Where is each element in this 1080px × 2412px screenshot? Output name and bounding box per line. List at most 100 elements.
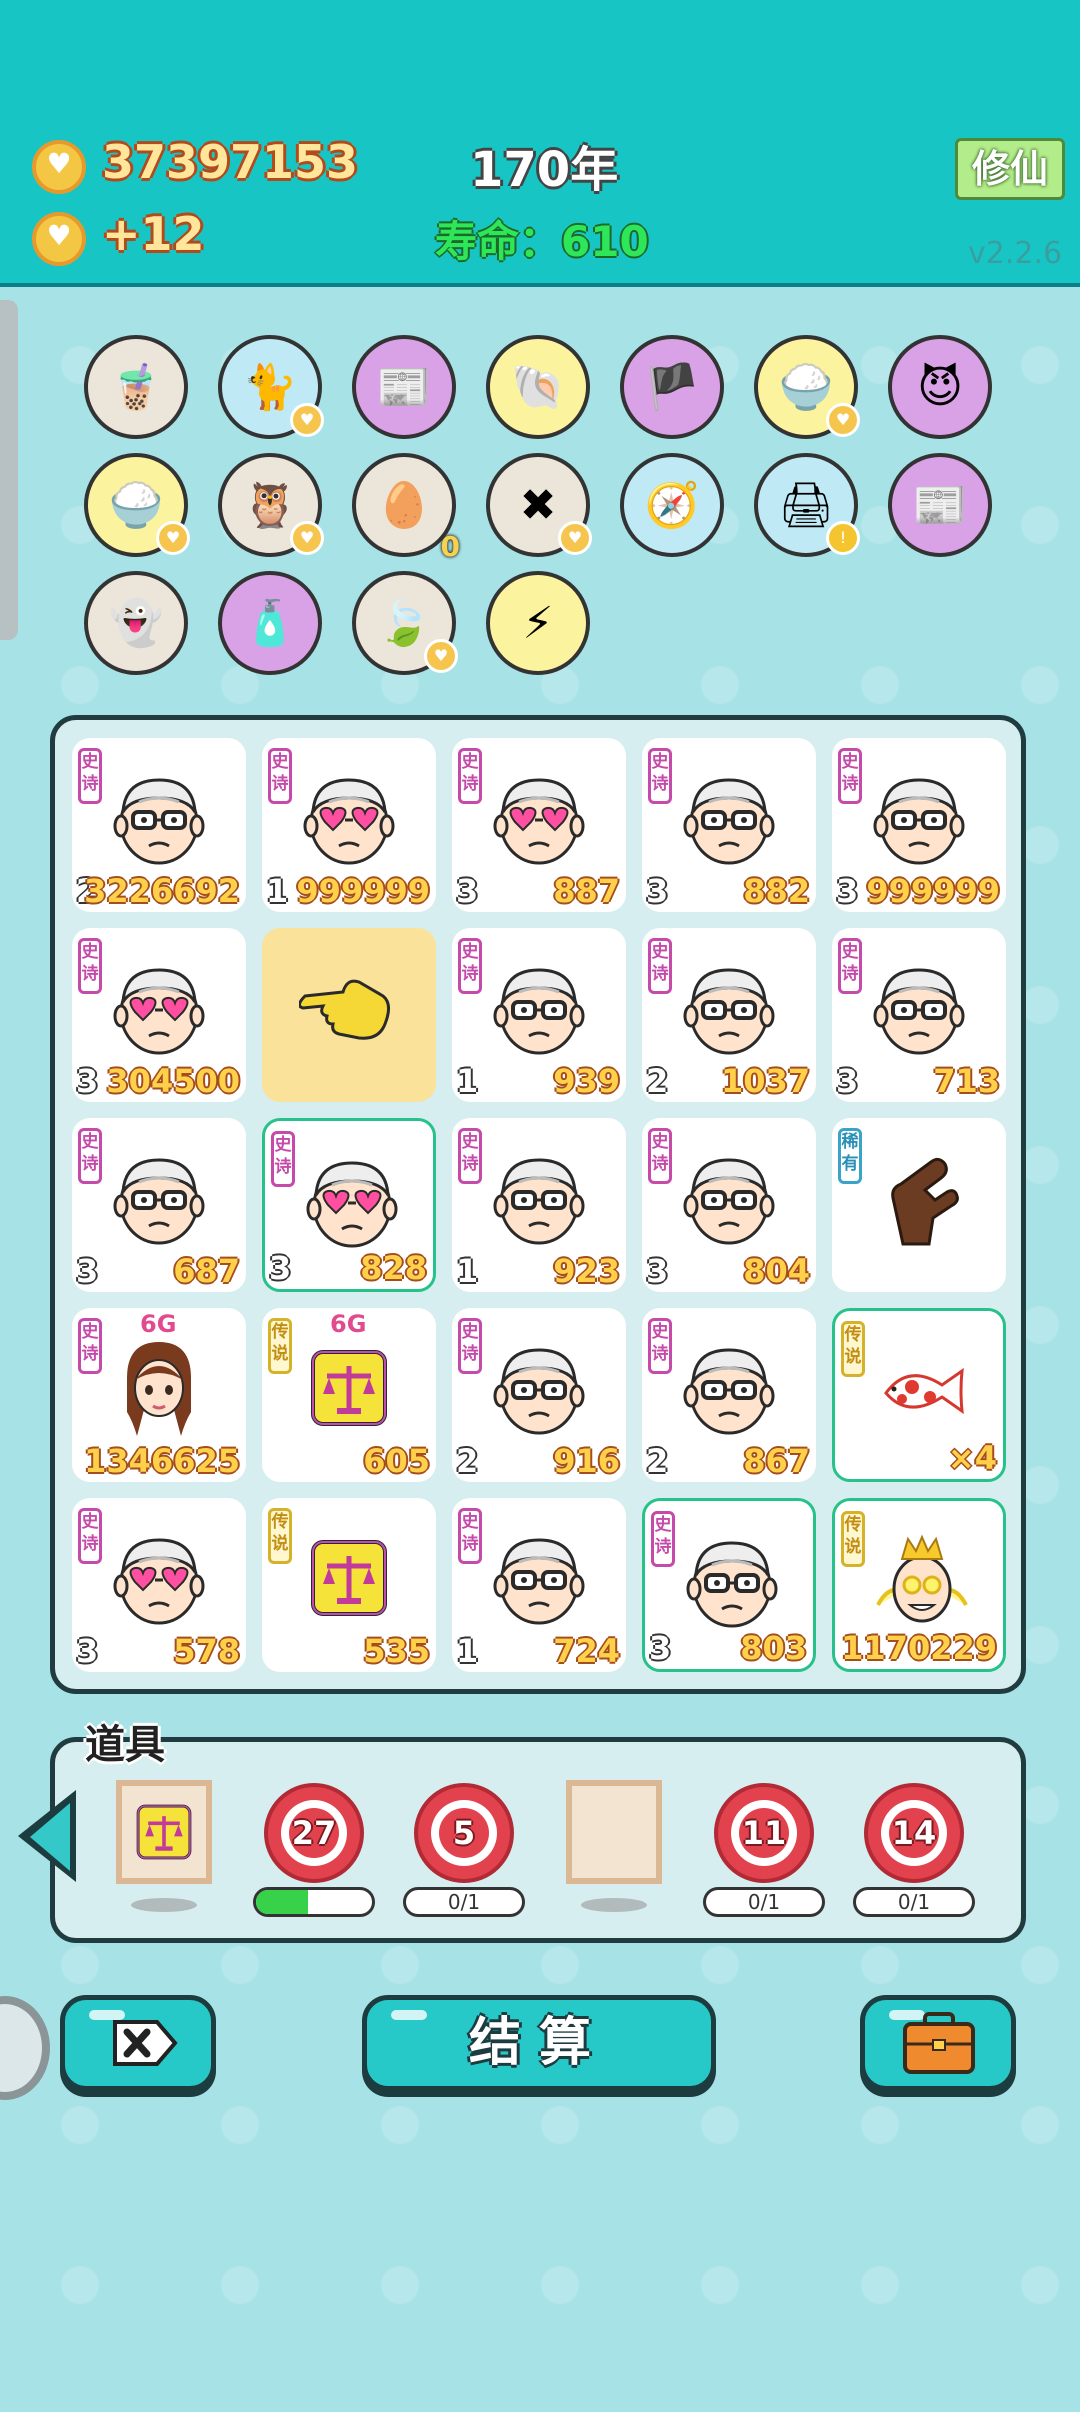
board-cell[interactable]: 史诗 3 999999 xyxy=(832,738,1006,912)
cell-level: 3 xyxy=(646,1252,669,1290)
cell-level: 1 xyxy=(456,1632,479,1670)
rarity-tag: 史诗 xyxy=(78,938,102,994)
board-cell[interactable]: 史诗 3 803 xyxy=(642,1498,816,1672)
cell-value: 939 xyxy=(553,1062,620,1100)
cell-level: 3 xyxy=(76,1632,99,1670)
lightning-icon: ⚡ xyxy=(522,597,554,649)
board-cell[interactable]: 史诗 3 828 xyxy=(262,1118,436,1292)
heart-badge-icon: ♥ xyxy=(290,521,324,555)
settle-button-label: 结算 xyxy=(468,2013,609,2073)
empty-frame-icon[interactable] xyxy=(566,1780,662,1884)
symbol-slot[interactable]: 🐚 xyxy=(486,335,590,439)
board-cell[interactable]: 史诗 6G 1346625 xyxy=(72,1308,246,1482)
symbol-counter: 0 xyxy=(440,530,460,563)
board-cell[interactable]: 史诗 3 804 xyxy=(642,1118,816,1292)
pointing-hand-icon xyxy=(298,958,399,1058)
cell-level: 3 xyxy=(646,872,669,910)
grandpa-heart-icon xyxy=(109,1528,209,1628)
side-drawer-handle[interactable] xyxy=(0,300,18,640)
grandpa-heart-icon xyxy=(109,958,209,1058)
rarity-tag: 史诗 xyxy=(268,748,292,804)
grandpa-heart-icon xyxy=(299,768,399,868)
lifespan-label: 寿命： xyxy=(435,217,562,266)
symbol-slot[interactable]: 🧋 xyxy=(84,335,188,439)
board-cell[interactable]: 稀有 xyxy=(832,1118,1006,1292)
cell-value: 724 xyxy=(553,1632,620,1670)
coin-icon xyxy=(32,140,86,194)
cell-value: 304500 xyxy=(106,1062,240,1100)
cell-level: 1 xyxy=(266,872,289,910)
board-cell[interactable]: 史诗 3 687 xyxy=(72,1118,246,1292)
symbol-slot[interactable]: 🧴 xyxy=(218,571,322,675)
symbol-slot[interactable]: 🧭 xyxy=(620,453,724,557)
board-cell[interactable]: 史诗 1 939 xyxy=(452,928,626,1102)
scale-frame-icon[interactable] xyxy=(116,1780,212,1884)
board-cell[interactable]: 史诗 2 867 xyxy=(642,1308,816,1482)
cell-value: 916 xyxy=(553,1442,620,1480)
symbol-slot[interactable]: ✖ ♥ xyxy=(486,453,592,557)
board-cell[interactable]: 史诗 3 887 xyxy=(452,738,626,912)
bag-button[interactable] xyxy=(860,1995,1016,2091)
symbol-slot[interactable]: 🐈 ♥ xyxy=(218,335,324,439)
board-cell[interactable]: 史诗 3 882 xyxy=(642,738,816,912)
board-cell[interactable]: 史诗 2 1037 xyxy=(642,928,816,1102)
board-cell[interactable]: 史诗 3 304500 xyxy=(72,928,246,1102)
symbol-slot[interactable]: 🏴 xyxy=(620,335,724,439)
rarity-tag: 史诗 xyxy=(648,1318,672,1374)
symbol-slot[interactable]: 🥚 0 xyxy=(352,453,460,563)
cultivate-button[interactable]: 修仙 xyxy=(955,138,1065,200)
settle-button[interactable]: 结算 xyxy=(362,1995,716,2091)
board-cell[interactable]: 史诗 3 713 xyxy=(832,928,1006,1102)
year-counter: 170年 xyxy=(470,142,619,198)
rarity-tag: 史诗 xyxy=(458,1318,482,1374)
symbol-slot[interactable]: 🍃 ♥ xyxy=(352,571,458,675)
symbol-slot[interactable]: 🦉 ♥ xyxy=(218,453,324,557)
board-cell[interactable]: 史诗 1 724 xyxy=(452,1498,626,1672)
rarity-tag: 史诗 xyxy=(458,1128,482,1184)
items-prev-arrow-inner xyxy=(30,1803,70,1871)
target-item-count: 27 xyxy=(289,1808,339,1858)
symbol-slot[interactable]: 👻 xyxy=(84,571,188,675)
board-cell[interactable]: 传说 ×4 xyxy=(832,1308,1006,1482)
symbol-slot[interactable]: 📰 xyxy=(888,453,992,557)
cell-value: 687 xyxy=(173,1252,240,1290)
symbol-slot[interactable]: 😈 xyxy=(888,335,992,439)
board-cell[interactable]: 史诗 1 999999 xyxy=(262,738,436,912)
item-progress-bar: 0/1 xyxy=(403,1887,525,1917)
grandpa-icon xyxy=(489,1148,589,1248)
rarity-tag: 传说 xyxy=(268,1508,292,1564)
target-item-icon[interactable]: 14 xyxy=(864,1783,964,1883)
grandpa-icon xyxy=(489,958,589,1058)
shell-icon: 🐚 xyxy=(510,362,566,413)
items-panel-title: 道具 xyxy=(85,1722,165,1768)
board-cell[interactable]: 传说 535 xyxy=(262,1498,436,1672)
symbol-slot[interactable]: 🍚 ♥ xyxy=(754,335,860,439)
board-cell[interactable]: 史诗 1 923 xyxy=(452,1118,626,1292)
board-cell[interactable]: 史诗 2 3226692 xyxy=(72,738,246,912)
koi-fish-icon xyxy=(872,1341,972,1441)
symbol-slot[interactable]: 📰 xyxy=(352,335,456,439)
target-item-icon[interactable]: 11 xyxy=(714,1783,814,1883)
board-cell[interactable]: 传说 6G 605 xyxy=(262,1308,436,1482)
cell-value: 535 xyxy=(363,1632,430,1670)
board-cell[interactable]: 传说 1170229 xyxy=(832,1498,1006,1672)
symbol-slot[interactable]: 🖨! xyxy=(754,453,860,557)
delete-button[interactable] xyxy=(60,1995,216,2091)
heart-badge-icon: ♥ xyxy=(826,403,860,437)
symbol-slot[interactable]: 🍚 ♥ xyxy=(84,453,190,557)
item-progress-fill xyxy=(256,1890,309,1914)
item-progress-bar: 0/1 xyxy=(853,1887,975,1917)
board-cell[interactable]: 史诗 2 916 xyxy=(452,1308,626,1482)
symbol-slot[interactable]: ⚡ xyxy=(486,571,590,675)
grandpa-icon xyxy=(679,768,779,868)
target-item-icon[interactable]: 27 xyxy=(264,1783,364,1883)
board-cell[interactable]: 史诗 3 578 xyxy=(72,1498,246,1672)
button-gloss xyxy=(391,2010,427,2020)
target-item-icon[interactable]: 5 xyxy=(414,1783,514,1883)
bubble-tea-icon: 🧋 xyxy=(108,362,164,413)
cell-value: 999999 xyxy=(866,872,1000,910)
top-status-bar: 37397153 +12 170年 寿命：610 修仙 v2.2.6 xyxy=(0,0,1080,287)
cell-value: 882 xyxy=(743,872,810,910)
rarity-tag: 史诗 xyxy=(651,1511,675,1567)
board-cell[interactable] xyxy=(262,928,436,1102)
